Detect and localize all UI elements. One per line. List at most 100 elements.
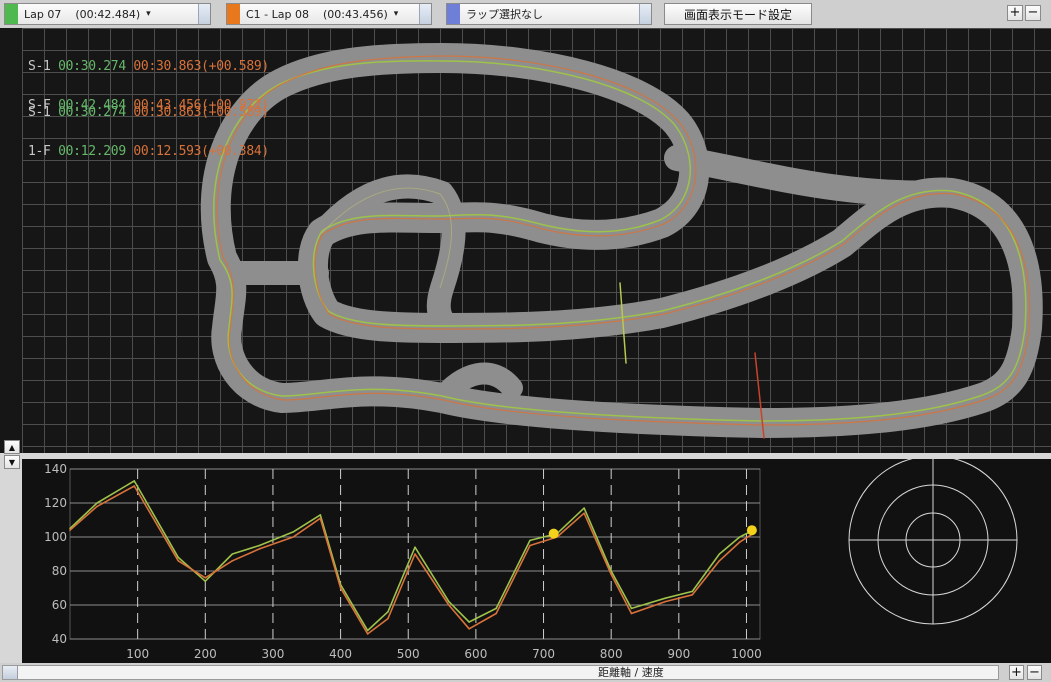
dropdown-arrow-icon: ▾	[393, 9, 399, 19]
lap-selector-3[interactable]: ラップ選択なし	[446, 3, 652, 25]
selector-scroll-knob[interactable]	[639, 4, 651, 24]
speed-data-point	[583, 507, 585, 509]
horizontal-scrollbar-bar: 距離軸 / 速度 + −	[0, 663, 1051, 682]
sector-time-b: 00:12.593	[133, 144, 202, 159]
lap-selector-label: ラップ選択なし	[466, 8, 543, 21]
speed-data-point	[630, 607, 633, 610]
speed-data-point	[691, 590, 694, 593]
speed-data-point	[339, 587, 342, 589]
sector-time-b: 00:30.863	[133, 59, 202, 74]
speed-chart: 140 120 100 80 60 40 100 200 300 400 500 600 700 800 9…	[44, 462, 762, 661]
lap-selector-1[interactable]: Lap 07 (00:42.484) ▾	[4, 3, 211, 25]
x-tick-label: 400	[329, 647, 352, 661]
sector-time-a: 00:30.274	[58, 105, 126, 120]
lap-selector-2[interactable]: C1 - Lap 08 (00:43.456) ▾	[226, 3, 432, 25]
track-connector-top	[664, 145, 965, 207]
speed-data-point	[468, 621, 470, 623]
speed-data-point	[610, 573, 612, 576]
map-left-margin	[0, 28, 22, 453]
speed-data-point	[738, 536, 741, 538]
speed-data-point	[529, 544, 531, 547]
display-mode-button[interactable]: 画面表示モード設定	[664, 3, 812, 25]
speed-data-point	[319, 517, 322, 520]
x-tick-label: 300	[261, 647, 284, 661]
g-circle-panel	[778, 455, 1051, 663]
lap-analysis-window: Lap 07 (00:42.484) ▾ C1 - Lap 08 (00:43.…	[0, 0, 1051, 682]
sector-time-b: 00:30.863	[133, 105, 202, 120]
sector-times-group-2: S-1 00:30.274 00:30.863(+00.589) 1-F 00:…	[28, 80, 269, 184]
lap-selector-bar: Lap 07 (00:42.484) ▾ C1 - Lap 08 (00:43.…	[0, 0, 1051, 28]
graph-zoom-out-button[interactable]: −	[1027, 665, 1042, 680]
dropdown-arrow-icon: ▾	[146, 9, 151, 19]
axis-mode-label: 距離軸 / 速度	[598, 666, 664, 679]
speed-data-point	[664, 597, 667, 599]
x-tick-label: 200	[194, 647, 217, 661]
y-tick-label: 120	[44, 496, 67, 510]
speed-data-point	[133, 480, 136, 482]
speed-data-point	[495, 607, 497, 610]
speed-data-point	[691, 594, 694, 596]
speed-data-point	[69, 529, 71, 531]
x-tick-label: 600	[464, 647, 487, 661]
sector-delta: (+00.384)	[201, 144, 269, 159]
sector-label: S-1	[28, 105, 51, 120]
x-tick-label: 900	[667, 647, 690, 661]
speed-data-point	[414, 553, 416, 555]
speed-data-point	[292, 531, 295, 533]
sector-row: S-1 00:30.274 00:30.863(+00.589)	[28, 60, 269, 73]
sector-time-a: 00:12.209	[58, 144, 126, 159]
speed-data-point	[204, 577, 207, 579]
zoom-in-button[interactable]: +	[1007, 5, 1023, 21]
speed-data-point	[495, 612, 497, 615]
speed-data-point	[177, 560, 180, 562]
sector-delta: (+00.589)	[201, 59, 269, 74]
speed-data-point	[204, 580, 207, 582]
speed-data-point	[96, 502, 98, 504]
horizontal-scrollbar[interactable]: 距離軸 / 速度	[2, 665, 999, 680]
speed-data-point	[664, 600, 667, 603]
x-tick-label: 700	[532, 647, 555, 661]
track-map-panel[interactable]: S-1 00:30.274 00:30.863(+00.589) S-F 00:…	[22, 28, 1051, 453]
position-marker	[548, 528, 559, 539]
speed-data-point	[258, 544, 261, 547]
sector-row: 1-F 00:12.209 00:12.593(+00.384)	[28, 145, 269, 158]
y-tick-label: 140	[44, 462, 67, 476]
selector-scroll-knob[interactable]	[198, 4, 210, 24]
lap-color-swatch	[227, 4, 240, 24]
speed-data-point	[414, 546, 416, 548]
speed-data-point	[630, 612, 633, 615]
g-circle-chart	[848, 455, 1018, 625]
sector-time-a: 00:30.274	[58, 59, 126, 74]
scroll-thumb[interactable]	[3, 666, 18, 679]
zoom-out-button[interactable]: −	[1025, 5, 1041, 21]
sector-delta: (+00.589)	[201, 105, 269, 120]
speed-data-point	[366, 633, 369, 635]
speed-data-point	[177, 556, 180, 559]
position-marker	[746, 525, 757, 536]
splitter-down-button[interactable]: ▼	[4, 455, 20, 469]
speed-data-point	[231, 553, 234, 555]
speed-data-point	[366, 629, 369, 632]
speed-data-point	[96, 505, 98, 508]
speed-data-point	[448, 604, 450, 606]
speed-data-point	[231, 560, 234, 562]
speed-data-point	[718, 553, 721, 555]
sector-row: S-1 00:30.274 00:30.863(+00.589)	[28, 106, 269, 119]
lap-color-swatch	[5, 4, 18, 24]
speed-data-point	[718, 560, 721, 562]
speed-data-point	[292, 536, 295, 538]
lap-color-swatch	[447, 4, 460, 24]
speed-data-point	[387, 617, 389, 620]
speed-data-point	[387, 611, 389, 613]
graph-zoom-in-button[interactable]: +	[1009, 665, 1024, 680]
speed-data-point	[529, 539, 531, 542]
selector-scroll-knob[interactable]	[419, 4, 431, 24]
speed-data-point	[738, 541, 741, 543]
speed-data-point	[583, 512, 585, 514]
speed-data-point	[133, 485, 136, 487]
y-tick-label: 60	[52, 598, 67, 612]
speed-graph-panel[interactable]: 140 120 100 80 60 40 100 200 300 400 500 600 700 800 9…	[22, 459, 778, 663]
splitter-up-button[interactable]: ▲	[4, 440, 20, 454]
y-tick-label: 80	[52, 564, 67, 578]
x-tick-label: 100	[126, 647, 149, 661]
